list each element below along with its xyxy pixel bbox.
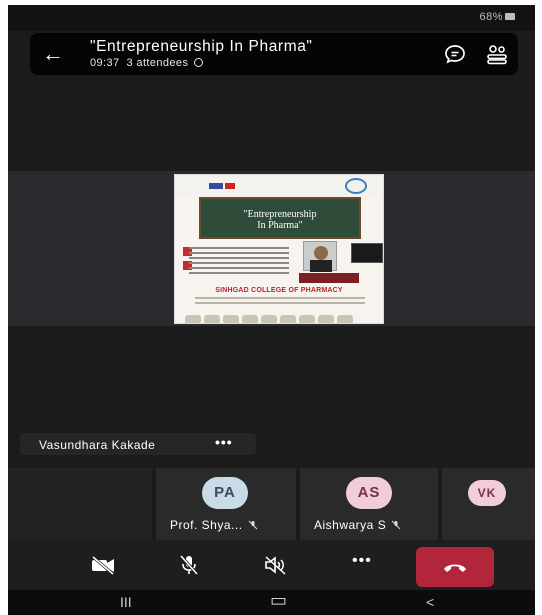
empty-tile bbox=[8, 468, 152, 540]
shared-poster: "Entrepreneurship In Pharma" SINHGAD COL… bbox=[174, 174, 384, 324]
mic-off-icon[interactable] bbox=[176, 554, 202, 576]
poster-footer-text bbox=[195, 297, 365, 307]
meeting-header: ← "Entrepreneurship In Pharma" 09:37 3 a… bbox=[30, 33, 518, 75]
poster-title-line2: In Pharma" bbox=[257, 220, 303, 231]
poster-emblem bbox=[345, 178, 367, 194]
status-bar: 68% bbox=[8, 5, 535, 31]
hang-up-button[interactable] bbox=[416, 547, 494, 587]
poster-title-line1: "Entrepreneurship bbox=[243, 209, 317, 220]
mic-off-icon bbox=[248, 520, 257, 530]
poster-header bbox=[175, 175, 383, 197]
participant-name-row: Aishwarya S bbox=[314, 518, 401, 532]
participant-tile[interactable]: PA Prof. Shya... bbox=[156, 468, 296, 540]
presenter-more-button[interactable]: ••• bbox=[215, 434, 233, 450]
participant-tile[interactable]: AS Aishwarya S bbox=[300, 468, 438, 540]
participant-name: Prof. Shya... bbox=[170, 518, 243, 532]
shield-icon bbox=[194, 58, 204, 67]
speaker-off-icon[interactable] bbox=[263, 554, 289, 576]
more-icon[interactable]: ••• bbox=[352, 552, 378, 574]
shared-screen-area: "Entrepreneurship In Pharma" SINHGAD COL… bbox=[8, 171, 535, 326]
participant-avatar: PA bbox=[202, 477, 248, 509]
participant-tile[interactable]: VK bbox=[442, 468, 535, 540]
poster-chalkboard: "Entrepreneurship In Pharma" bbox=[199, 197, 383, 263]
recent-apps-icon[interactable]: III bbox=[120, 594, 132, 610]
meeting-info: 09:37 3 attendees bbox=[90, 57, 204, 69]
speaker-name-tag bbox=[299, 273, 359, 283]
speaker-photo bbox=[303, 241, 337, 272]
poster-logo bbox=[225, 183, 235, 189]
hang-up-icon bbox=[444, 564, 466, 572]
back-nav-icon[interactable]: < bbox=[426, 594, 434, 610]
laptop-illustration bbox=[351, 243, 383, 263]
battery-indicator: 68% bbox=[479, 11, 515, 23]
meeting-duration: 09:37 bbox=[90, 57, 120, 69]
presenter-name-bar: Vasundhara Kakade ••• bbox=[20, 433, 256, 455]
home-icon[interactable]: ▭ bbox=[270, 590, 287, 611]
presenter-name: Vasundhara Kakade bbox=[39, 438, 156, 452]
meeting-title: "Entrepreneurship In Pharma" bbox=[90, 38, 313, 55]
participant-avatar: VK bbox=[468, 480, 506, 506]
phone-screen: 68% ← "Entrepreneurship In Pharma" 09:37… bbox=[8, 5, 535, 615]
camera-off-icon[interactable] bbox=[90, 554, 116, 576]
participants-icon[interactable] bbox=[486, 43, 508, 65]
participant-avatar: AS bbox=[346, 477, 392, 509]
poster-logo bbox=[209, 183, 223, 189]
participant-name-row: Prof. Shya... bbox=[170, 518, 258, 532]
battery-icon bbox=[505, 13, 515, 20]
system-navigation-bar: III ▭ < bbox=[8, 590, 535, 615]
poster-logos bbox=[185, 311, 375, 323]
mic-off-icon bbox=[391, 520, 401, 530]
participant-name: Aishwarya S bbox=[314, 518, 387, 532]
chat-icon[interactable] bbox=[444, 43, 466, 65]
attendee-count: 3 attendees bbox=[126, 57, 189, 69]
poster-details bbox=[189, 247, 289, 285]
back-arrow-icon[interactable]: ← bbox=[42, 41, 64, 67]
poster-college-name: SINHGAD COLLEGE OF PHARMACY bbox=[215, 287, 343, 294]
call-controls: ••• bbox=[8, 540, 535, 590]
